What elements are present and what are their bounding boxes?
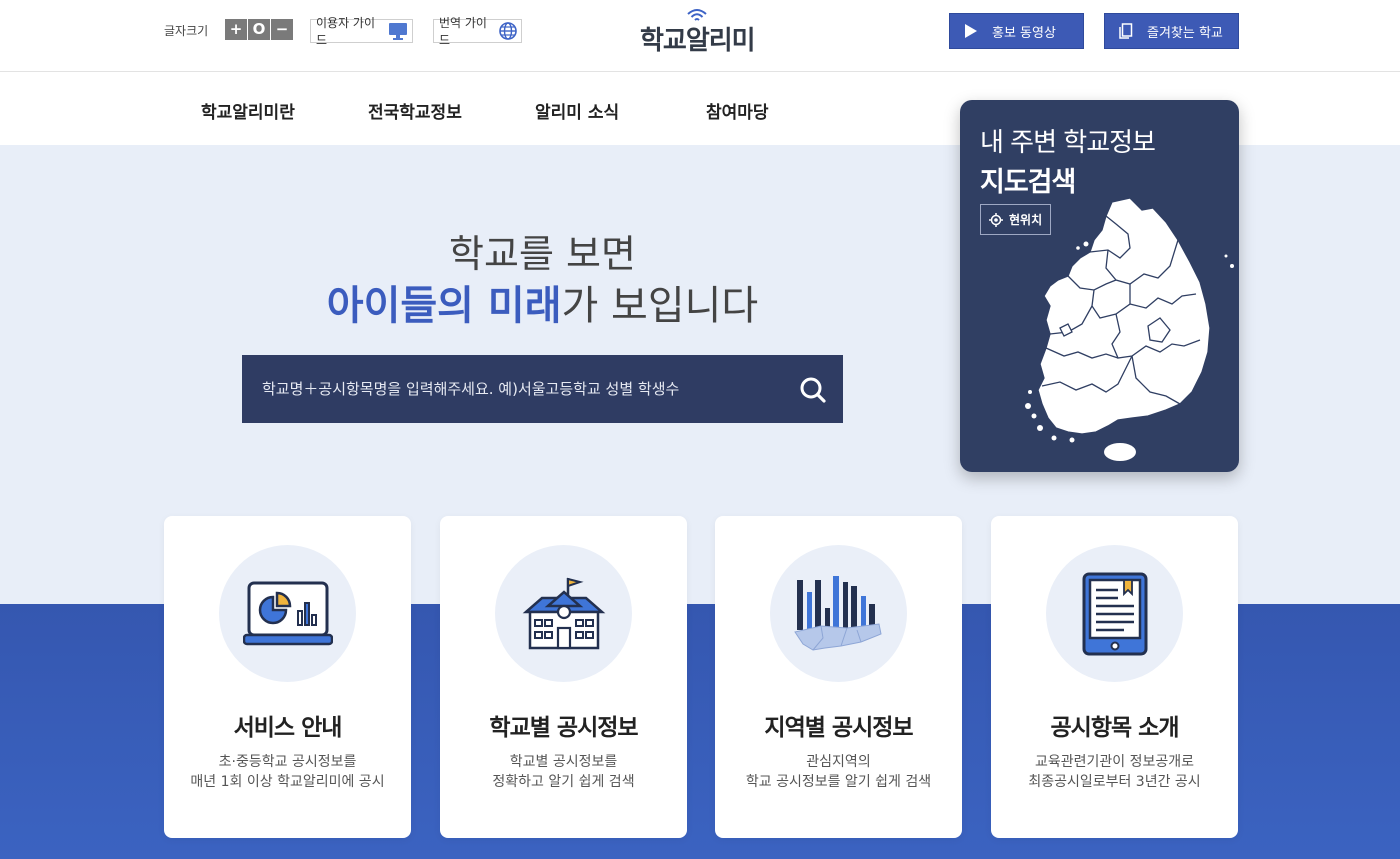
card-description: 학교별 공시정보를정확하고 알기 쉽게 검색	[440, 752, 687, 792]
font-size-controls: + O −	[225, 19, 294, 40]
translation-guide-label: 번역 가이드	[439, 16, 487, 47]
service-guide-card[interactable]: 서비스 안내 초·중등학교 공시정보를매년 1회 이상 학교알리미에 공시	[164, 516, 411, 838]
bookmark-icon	[1119, 23, 1133, 39]
ebook-tablet-icon	[1082, 572, 1147, 655]
nav-item-about[interactable]: 학교알리미란	[201, 98, 295, 123]
search-bar	[242, 355, 843, 423]
nav-item-participation[interactable]: 참여마당	[706, 98, 769, 123]
promo-video-button[interactable]: 홍보 동영상	[949, 13, 1084, 49]
regional-bar-map-icon	[793, 575, 882, 651]
card-description-line2: 최종공시일로부터 3년간 공시	[1028, 774, 1201, 790]
card-icon-circle	[219, 545, 356, 682]
map-card-title-line2: 지도검색	[980, 167, 1076, 198]
hero-highlight: 아이들의 미래	[326, 283, 562, 329]
card-description-line2: 매년 1회 이상 학교알리미에 공시	[190, 774, 385, 790]
card-title: 학교별 공시정보	[489, 715, 638, 741]
card-title: 지역별 공시정보	[764, 715, 913, 741]
favorite-schools-button[interactable]: 즐겨찾는 학교	[1104, 13, 1239, 49]
card-description-line1: 관심지역의	[806, 754, 871, 770]
search-icon[interactable]	[799, 376, 827, 404]
disclosure-items-card[interactable]: 공시항목 소개 교육관련기관이 정보공개로최종공시일로부터 3년간 공시	[991, 516, 1238, 838]
crosshair-icon	[989, 212, 1003, 227]
logo-text: 학교알리미	[640, 26, 756, 56]
card-description-line2: 정확하고 알기 쉽게 검색	[492, 774, 635, 790]
user-guide-button[interactable]: 이용자 가이드	[310, 16, 413, 47]
card-icon-circle	[1046, 545, 1183, 682]
korea-map-icon[interactable]	[1020, 196, 1235, 468]
hero-headline-line2: 아이들의 미래가 보입니다	[0, 273, 1085, 331]
play-icon	[965, 24, 977, 38]
card-description-line1: 교육관련기관이 정보공개로	[1034, 754, 1194, 770]
regional-disclosure-card[interactable]: 지역별 공시정보 관심지역의학교 공시정보를 알기 쉽게 검색	[715, 516, 962, 838]
font-size-reset-button[interactable]: O	[248, 19, 270, 40]
card-description: 교육관련기관이 정보공개로최종공시일로부터 3년간 공시	[991, 752, 1238, 792]
top-utility-bar: 글자크기 + O − 이용자 가이드 번역 가이드 학교알리미 홍보 동영상 즐…	[0, 0, 1400, 72]
site-logo[interactable]: 학교알리미	[640, 8, 764, 56]
user-guide-label: 이용자 가이드	[316, 16, 376, 47]
font-size-increase-button[interactable]: +	[225, 19, 247, 40]
card-icon-circle	[495, 545, 632, 682]
card-description-line1: 학교별 공시정보를	[509, 754, 618, 770]
hero-headline-rest: 가 보입니다	[561, 283, 759, 329]
promo-video-label: 홍보 동영상	[992, 25, 1056, 41]
monitor-icon	[388, 22, 408, 40]
hero-headline-line1: 학교를 보면	[449, 232, 636, 276]
globe-icon	[499, 22, 517, 40]
search-input[interactable]	[262, 380, 792, 398]
card-title: 공시항목 소개	[1050, 715, 1180, 741]
card-title: 서비스 안내	[233, 715, 343, 741]
map-card-title-line1: 내 주변 학교정보	[980, 128, 1156, 158]
font-size-label: 글자크기	[164, 24, 209, 38]
font-size-decrease-button[interactable]: −	[271, 19, 293, 40]
school-building-icon	[522, 577, 605, 649]
card-description-line1: 초·중등학교 공시정보를	[218, 754, 357, 770]
nav-item-news[interactable]: 알리미 소식	[535, 98, 619, 123]
translation-guide-button[interactable]: 번역 가이드	[433, 16, 522, 47]
card-description: 초·중등학교 공시정보를매년 1회 이상 학교알리미에 공시	[164, 752, 411, 792]
laptop-chart-icon	[242, 581, 333, 645]
card-description: 관심지역의학교 공시정보를 알기 쉽게 검색	[715, 752, 962, 792]
card-icon-circle	[770, 545, 907, 682]
school-disclosure-card[interactable]: 학교별 공시정보 학교별 공시정보를정확하고 알기 쉽게 검색	[440, 516, 687, 838]
map-search-card[interactable]: 내 주변 학교정보 지도검색 현위치	[960, 100, 1239, 472]
nav-item-school-info[interactable]: 전국학교정보	[368, 98, 462, 123]
card-description-line2: 학교 공시정보를 알기 쉽게 검색	[745, 774, 932, 790]
favorite-schools-label: 즐겨찾는 학교	[1147, 25, 1223, 41]
